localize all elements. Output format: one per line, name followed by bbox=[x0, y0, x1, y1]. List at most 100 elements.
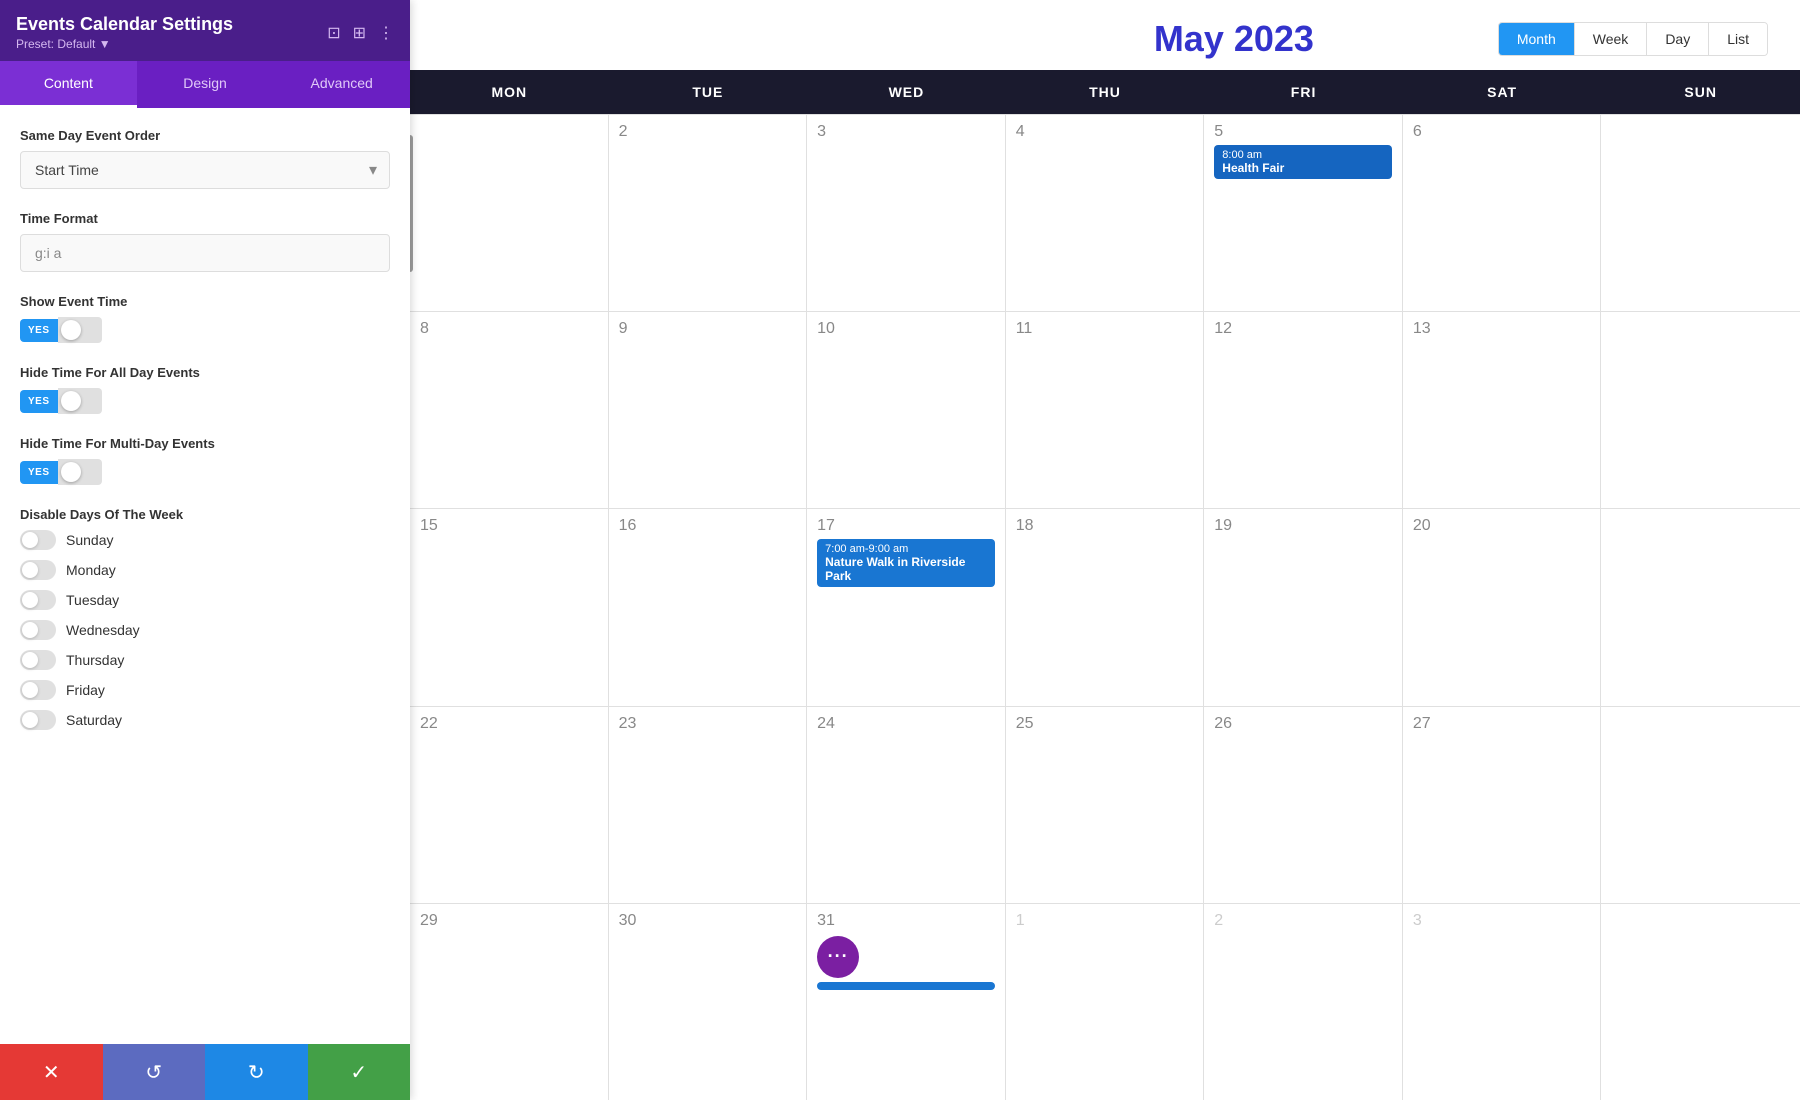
toggle-switch2[interactable] bbox=[58, 388, 102, 414]
checkbox-label-thursday: Thursday bbox=[66, 652, 124, 668]
hide-time-all-day-toggle[interactable]: YES bbox=[20, 388, 390, 414]
sidebar-title: Events Calendar Settings bbox=[16, 14, 233, 35]
day-toggle-wednesday[interactable]: Wednesday bbox=[20, 620, 390, 640]
cal-cell-w4-d6[interactable]: 27 bbox=[1403, 707, 1602, 903]
cell-number: 2 bbox=[1214, 912, 1392, 930]
cal-cell-w5-d2[interactable]: 30 bbox=[609, 904, 808, 1100]
event-health-fair[interactable]: 8:00 am Health Fair bbox=[1214, 145, 1392, 179]
event-nature-walk[interactable]: 7:00 am-9:00 am Nature Walk in Riverside… bbox=[817, 539, 995, 587]
cal-cell-w1-d4[interactable]: 4 bbox=[1006, 115, 1205, 311]
cal-cell-w5-d7[interactable] bbox=[1601, 904, 1800, 1100]
view-week-button[interactable]: Week bbox=[1575, 23, 1648, 55]
checkbox-list: Sunday Monday Tuesday Wednesday Thursday bbox=[20, 530, 390, 730]
cal-cell-w5-d4[interactable]: 1 bbox=[1006, 904, 1205, 1100]
cal-cell-w4-d2[interactable]: 23 bbox=[609, 707, 808, 903]
cal-cell-w3-d7[interactable] bbox=[1601, 509, 1800, 705]
event-name: Health Fair bbox=[1222, 161, 1384, 175]
redo-button[interactable]: ↻ bbox=[205, 1044, 308, 1100]
cell-number: 1 bbox=[1016, 912, 1194, 930]
cal-cell-w5-d5[interactable]: 2 bbox=[1204, 904, 1403, 1100]
cal-cell-w3-d6[interactable]: 20 bbox=[1403, 509, 1602, 705]
hide-time-multi-day-toggle[interactable]: YES bbox=[20, 459, 390, 485]
day-toggle-monday[interactable]: Monday bbox=[20, 560, 390, 580]
checkbox-box-wednesday[interactable] bbox=[20, 620, 56, 640]
cal-cell-w4-d7[interactable] bbox=[1601, 707, 1800, 903]
undo-button[interactable]: ↺ bbox=[103, 1044, 206, 1100]
cal-cell-w2-d2[interactable]: 9 bbox=[609, 312, 808, 508]
event-31[interactable] bbox=[817, 982, 995, 990]
day-toggle-friday[interactable]: Friday bbox=[20, 680, 390, 700]
cal-cell-w5-d1[interactable]: 29 bbox=[410, 904, 609, 1100]
view-day-button[interactable]: Day bbox=[1647, 23, 1709, 55]
cal-cell-w3-d5[interactable]: 19 bbox=[1204, 509, 1403, 705]
cal-cell-w1-d1[interactable] bbox=[410, 115, 609, 311]
cal-cell-w2-d5[interactable]: 12 bbox=[1204, 312, 1403, 508]
save-button[interactable]: ✓ bbox=[308, 1044, 411, 1100]
view-month-button[interactable]: Month bbox=[1499, 23, 1575, 55]
cal-cell-w1-d6[interactable]: 6 bbox=[1403, 115, 1602, 311]
checkbox-box-thursday[interactable] bbox=[20, 650, 56, 670]
cell-number: 10 bbox=[817, 320, 995, 338]
toggle-switch3[interactable] bbox=[58, 459, 102, 485]
cal-cell-w3-d2[interactable]: 16 bbox=[609, 509, 808, 705]
time-format-label: Time Format bbox=[20, 211, 390, 226]
cal-cell-w2-d4[interactable]: 11 bbox=[1006, 312, 1205, 508]
same-day-event-order-select-wrapper[interactable]: Start Time End Time Title ▾ bbox=[20, 151, 390, 189]
event-time: 8:00 am bbox=[1222, 149, 1384, 161]
cal-cell-w4-d5[interactable]: 26 bbox=[1204, 707, 1403, 903]
cal-cell-w4-d4[interactable]: 25 bbox=[1006, 707, 1205, 903]
cal-cell-w4-d1[interactable]: 22 bbox=[410, 707, 609, 903]
day-toggle-saturday[interactable]: Saturday bbox=[20, 710, 390, 730]
cancel-button[interactable]: ✕ bbox=[0, 1044, 103, 1100]
checkbox-inner-friday bbox=[22, 682, 38, 698]
more-icon[interactable]: ⋮ bbox=[378, 23, 394, 43]
toggle-knob3 bbox=[61, 462, 81, 482]
checkbox-box-saturday[interactable] bbox=[20, 710, 56, 730]
checkbox-inner-wednesday bbox=[22, 622, 38, 638]
show-event-time-label: Show Event Time bbox=[20, 294, 390, 309]
cal-cell-w2-d1[interactable]: 8 bbox=[410, 312, 609, 508]
day-toggle-tuesday[interactable]: Tuesday bbox=[20, 590, 390, 610]
cal-cell-w1-d3[interactable]: 3 bbox=[807, 115, 1006, 311]
cell-number: 8 bbox=[420, 320, 598, 338]
main-calendar: May 2023 Month Week Day List MON TUE WED… bbox=[410, 0, 1800, 1100]
cell-number: 17 bbox=[817, 517, 995, 535]
cal-cell-w2-d6[interactable]: 13 bbox=[1403, 312, 1602, 508]
cal-cell-w3-d1[interactable]: 15 bbox=[410, 509, 609, 705]
cal-cell-w2-d7[interactable] bbox=[1601, 312, 1800, 508]
day-toggle-thursday[interactable]: Thursday bbox=[20, 650, 390, 670]
disable-days-label: Disable Days Of The Week bbox=[20, 507, 390, 522]
day-toggle-sunday[interactable]: Sunday bbox=[20, 530, 390, 550]
tab-advanced[interactable]: Advanced bbox=[273, 61, 410, 108]
same-day-event-order-select[interactable]: Start Time End Time Title bbox=[21, 152, 389, 188]
tab-design[interactable]: Design bbox=[137, 61, 274, 108]
checkbox-inner-saturday bbox=[22, 712, 38, 728]
cell-number: 4 bbox=[1016, 123, 1194, 141]
cal-cell-w3-d3[interactable]: 17 7:00 am-9:00 am Nature Walk in Rivers… bbox=[807, 509, 1006, 705]
checkbox-inner-thursday bbox=[22, 652, 38, 668]
checkbox-box-monday[interactable] bbox=[20, 560, 56, 580]
cal-cell-w1-d7[interactable] bbox=[1601, 115, 1800, 311]
checkbox-box-friday[interactable] bbox=[20, 680, 56, 700]
hide-time-multi-day-label: Hide Time For Multi-Day Events bbox=[20, 436, 390, 451]
toggle-switch[interactable] bbox=[58, 317, 102, 343]
sidebar-header: Events Calendar Settings Preset: Default… bbox=[0, 0, 410, 61]
checkbox-box-tuesday[interactable] bbox=[20, 590, 56, 610]
expand-icon[interactable]: ⊞ bbox=[353, 23, 366, 43]
cal-cell-w5-d6[interactable]: 3 bbox=[1403, 904, 1602, 1100]
cal-cell-w2-d3[interactable]: 10 bbox=[807, 312, 1006, 508]
show-event-time-toggle[interactable]: YES bbox=[20, 317, 390, 343]
time-format-input[interactable] bbox=[20, 234, 390, 272]
checkbox-box-sunday[interactable] bbox=[20, 530, 56, 550]
cal-cell-w4-d3[interactable]: 24 bbox=[807, 707, 1006, 903]
minimize-icon[interactable]: ⊡ bbox=[327, 23, 340, 43]
cal-cell-w1-d2[interactable]: 2 bbox=[609, 115, 808, 311]
cal-cell-w3-d4[interactable]: 18 bbox=[1006, 509, 1205, 705]
more-events-button[interactable]: ··· bbox=[817, 936, 859, 978]
tab-content[interactable]: Content bbox=[0, 61, 137, 108]
day-headers: MON TUE WED THU FRI SAT SUN bbox=[410, 70, 1800, 114]
cal-cell-w1-d5[interactable]: 5 8:00 am Health Fair bbox=[1204, 115, 1403, 311]
cal-cell-w5-d3[interactable]: 31 ··· bbox=[807, 904, 1006, 1100]
day-header-wed: WED bbox=[807, 70, 1006, 114]
view-list-button[interactable]: List bbox=[1709, 23, 1767, 55]
